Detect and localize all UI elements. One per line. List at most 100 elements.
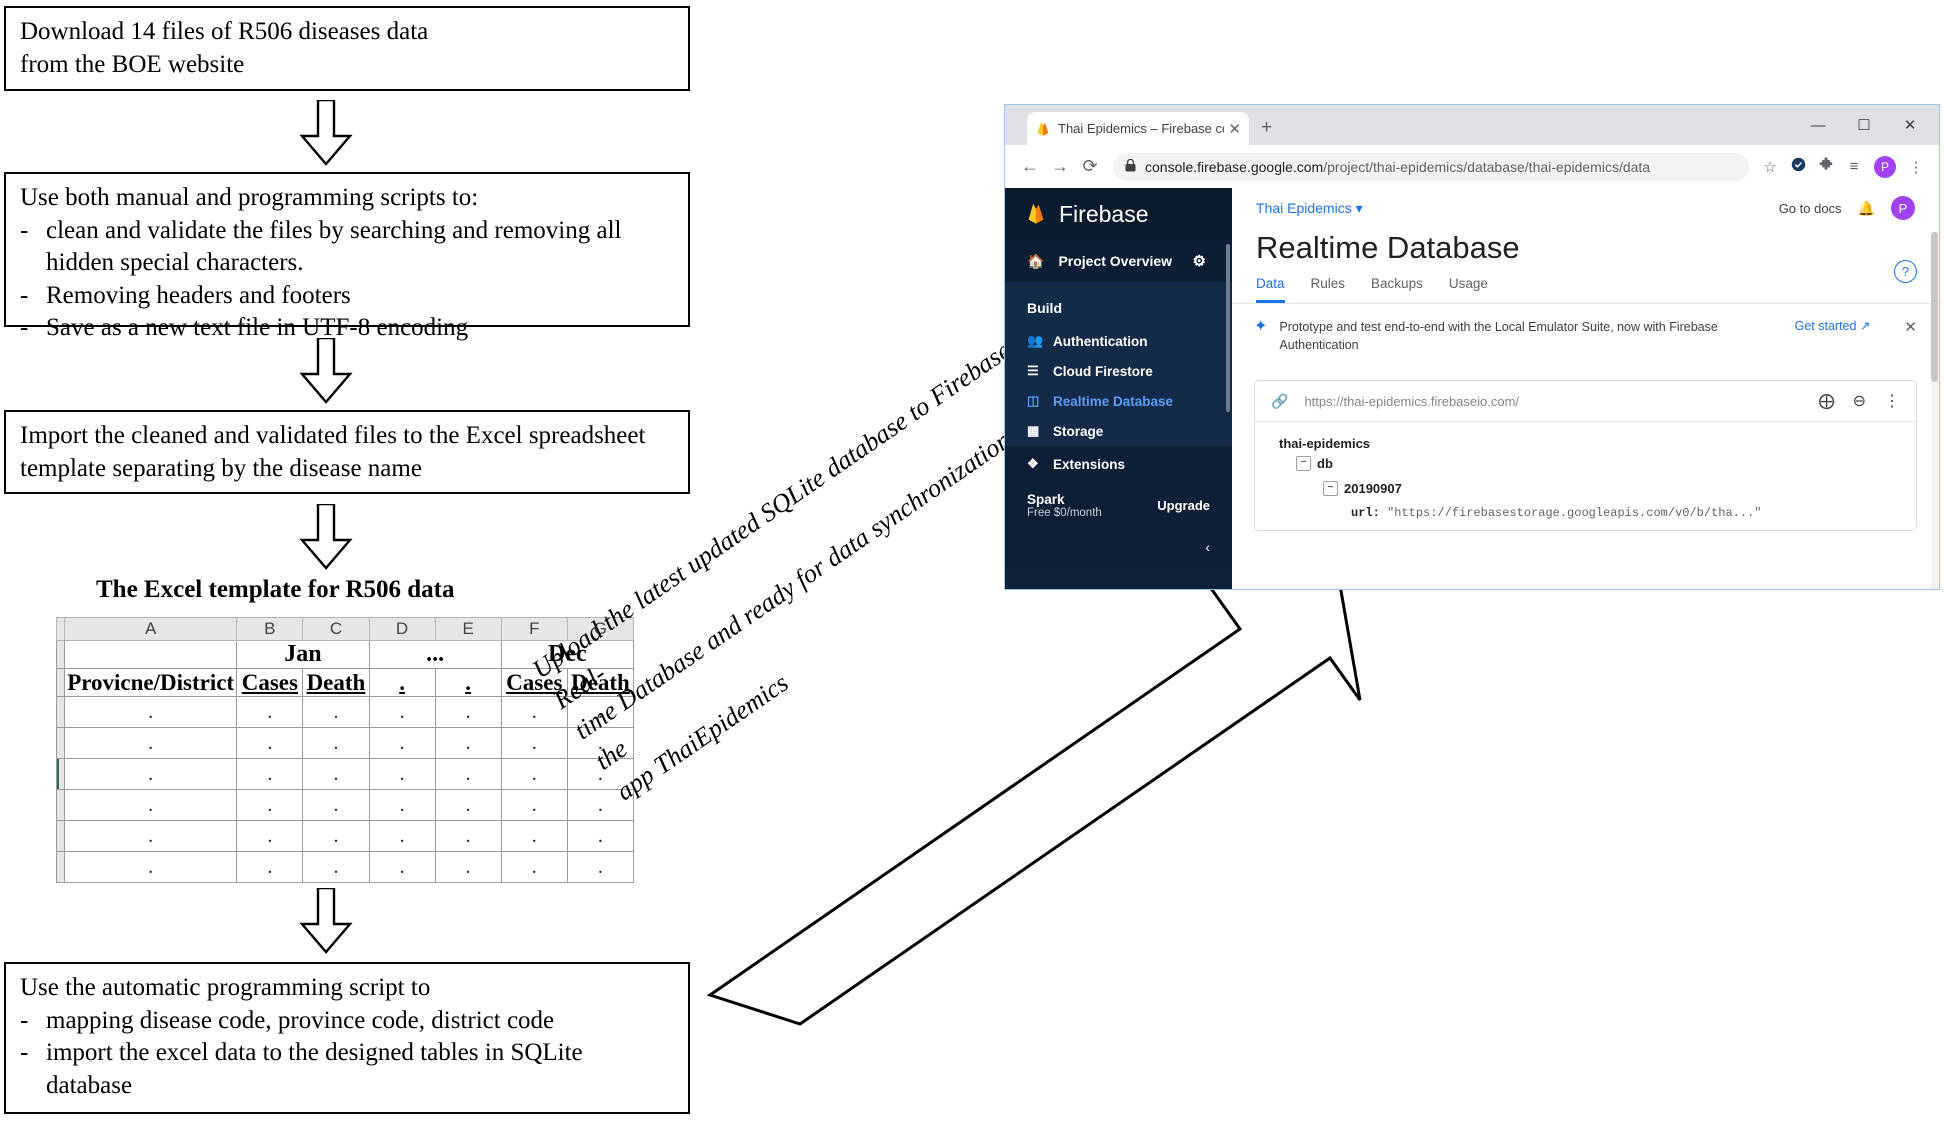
excel-cell[interactable]: . — [434, 758, 502, 790]
browser-menu-icon[interactable]: ⋮ — [1903, 158, 1929, 176]
maximize-icon[interactable]: ☐ — [1841, 116, 1887, 134]
excel-row-handle[interactable] — [56, 851, 65, 883]
tab-data[interactable]: Data — [1256, 276, 1285, 303]
excel-row-handle[interactable] — [56, 727, 65, 759]
excel-cell[interactable]: . — [302, 820, 370, 852]
tab-rules[interactable]: Rules — [1311, 276, 1346, 303]
star-icon[interactable]: ☆ — [1757, 158, 1783, 176]
firebase-brand[interactable]: Firebase — [1005, 188, 1232, 240]
excel-col-A[interactable]: A — [63, 617, 238, 641]
excel-cell[interactable]: . — [63, 696, 238, 728]
excel-cell[interactable]: . — [500, 851, 568, 883]
excel-cell[interactable]: . — [368, 789, 436, 821]
main-scrollbar-thumb[interactable] — [1931, 232, 1938, 382]
excel-cell[interactable]: . — [63, 851, 238, 883]
excel-cell[interactable]: . — [434, 789, 502, 821]
excel-row-handle[interactable] — [56, 640, 65, 669]
excel-cell[interactable]: . — [302, 696, 370, 728]
avatar[interactable]: P — [1891, 196, 1915, 220]
excel-cell[interactable]: . — [302, 727, 370, 759]
excel-cell[interactable]: . — [63, 820, 238, 852]
go-to-docs-link[interactable]: Go to docs — [1779, 201, 1842, 216]
excel-col-C[interactable]: C — [302, 617, 370, 641]
sidebar-item-authentication[interactable]: 👥 Authentication — [1005, 326, 1232, 356]
tab-usage[interactable]: Usage — [1449, 276, 1488, 303]
tab-backups[interactable]: Backups — [1371, 276, 1423, 303]
excel-cell[interactable]: . — [368, 851, 436, 883]
collapse-toggle-icon[interactable]: − — [1323, 481, 1338, 497]
excel-field-jan-cases[interactable]: Cases — [236, 668, 304, 697]
get-started-link[interactable]: Get started ↗ — [1795, 318, 1871, 333]
excel-corner-cell[interactable] — [56, 617, 65, 641]
database-url[interactable]: https://thai-epidemics.firebaseio.com/ — [1304, 394, 1519, 409]
excel-cell[interactable]: . — [368, 696, 436, 728]
excel-cell[interactable]: . — [236, 727, 304, 759]
excel-cell[interactable]: . — [63, 727, 238, 759]
forward-icon[interactable]: → — [1045, 156, 1075, 177]
tree-node-20190907[interactable]: − 20190907 — [1279, 471, 1900, 497]
excel-field-jan-death[interactable]: Death — [302, 668, 370, 697]
excel-col-B[interactable]: B — [236, 617, 304, 641]
close-icon[interactable]: ✕ — [1228, 120, 1241, 138]
extensions-puzzle-icon[interactable] — [1813, 157, 1839, 176]
collapse-toggle-icon[interactable]: − — [1296, 456, 1311, 472]
excel-row-handle[interactable] — [56, 696, 65, 728]
excel-cell[interactable]: . — [236, 758, 304, 790]
excel-cell[interactable]: . — [236, 789, 304, 821]
excel-cell[interactable]: . — [368, 758, 436, 790]
more-options-icon[interactable]: ⋮ — [1884, 391, 1900, 411]
reading-list-icon[interactable]: ≡ — [1841, 158, 1867, 175]
excel-cell[interactable]: . — [500, 758, 568, 790]
project-selector[interactable]: Thai Epidemics ▾ — [1256, 200, 1363, 217]
excel-col-D[interactable]: D — [368, 617, 436, 641]
shield-check-icon[interactable] — [1785, 157, 1811, 176]
excel-cell[interactable]: . — [566, 820, 635, 852]
excel-row-handle[interactable] — [56, 668, 65, 697]
tree-node-db[interactable]: − db — [1279, 456, 1900, 472]
sidebar-item-cloud-firestore[interactable]: ☰ Cloud Firestore — [1005, 356, 1232, 386]
sidebar-item-realtime-database[interactable]: ◫ Realtime Database — [1005, 386, 1232, 416]
minus-circle-icon[interactable]: ⊖ — [1853, 391, 1866, 411]
promo-close-icon[interactable]: ✕ — [1904, 318, 1917, 336]
excel-cell[interactable]: . — [63, 758, 238, 790]
gear-icon[interactable]: ⚙ — [1193, 252, 1206, 270]
excel-month-blank[interactable] — [63, 640, 238, 669]
excel-cell[interactable]: . — [302, 789, 370, 821]
sidebar-item-project-overview[interactable]: 🏠 Project Overview ⚙ — [1005, 240, 1232, 282]
excel-cell[interactable]: . — [236, 851, 304, 883]
tree-leaf-url[interactable]: url: "https://firebasestorage.googleapis… — [1279, 496, 1900, 520]
reload-icon[interactable]: ⟳ — [1075, 156, 1105, 177]
address-bar[interactable]: console.firebase.google.com/project/thai… — [1113, 152, 1749, 181]
browser-tab[interactable]: Thai Epidemics – Firebase consol ✕ — [1027, 112, 1249, 145]
excel-row-handle-selected[interactable] — [56, 758, 65, 790]
excel-cell[interactable]: . — [63, 789, 238, 821]
excel-cell[interactable]: . — [368, 820, 436, 852]
excel-field-mid-1[interactable]: . — [368, 668, 436, 697]
excel-cell[interactable]: . — [368, 727, 436, 759]
plus-circle-icon[interactable]: ⨁ — [1819, 391, 1835, 411]
excel-cell[interactable]: . — [434, 851, 502, 883]
excel-cell[interactable]: . — [236, 696, 304, 728]
window-close-icon[interactable]: ✕ — [1887, 116, 1933, 134]
excel-cell[interactable]: . — [302, 851, 370, 883]
sidebar-item-extensions[interactable]: ❖ Extensions — [1005, 446, 1232, 482]
excel-cell[interactable]: . — [434, 696, 502, 728]
minimize-icon[interactable]: — — [1795, 117, 1841, 134]
excel-field-mid-2[interactable]: . — [434, 668, 502, 697]
excel-cell[interactable]: . — [566, 851, 635, 883]
excel-row-handle[interactable] — [56, 820, 65, 852]
avatar[interactable]: P — [1874, 155, 1896, 178]
excel-month-ellipsis[interactable]: ... — [368, 640, 502, 669]
sidebar-scrollbar[interactable] — [1226, 244, 1230, 412]
help-icon[interactable]: ? — [1894, 260, 1917, 283]
excel-cell[interactable]: . — [500, 789, 568, 821]
excel-cell[interactable]: . — [236, 820, 304, 852]
excel-cell[interactable]: . — [500, 820, 568, 852]
excel-row-handle[interactable] — [56, 789, 65, 821]
tree-root-node[interactable]: thai-epidemics — [1279, 436, 1900, 456]
bell-icon[interactable]: 🔔 — [1858, 200, 1875, 217]
back-icon[interactable]: ← — [1015, 156, 1045, 177]
excel-field-province-district[interactable]: Provicne/District — [63, 668, 238, 697]
upgrade-button[interactable]: Upgrade — [1157, 498, 1210, 513]
excel-month-jan[interactable]: Jan — [236, 640, 370, 669]
